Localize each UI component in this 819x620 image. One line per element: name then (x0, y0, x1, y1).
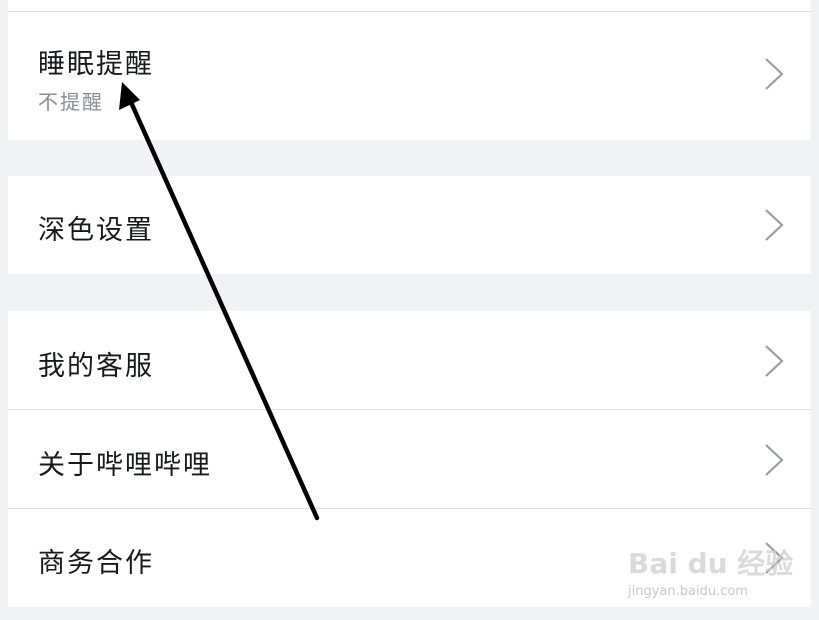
sleep-reminder-row[interactable]: 睡眠提醒 不提醒 (8, 12, 811, 140)
about-label: 关于哔哩哔哩 (38, 450, 212, 481)
chevron-right-icon (765, 209, 784, 241)
business-cooperation-label: 商务合作 (38, 548, 154, 579)
customer-service-label: 我的客服 (38, 351, 154, 382)
dark-mode-label: 深色设置 (38, 215, 154, 246)
dark-mode-row[interactable]: 深色设置 (8, 176, 811, 274)
watermark-brand: Bai du 经验 (628, 547, 794, 580)
chevron-right-icon (765, 345, 784, 377)
sleep-reminder-value: 不提醒 (38, 90, 104, 114)
settings-page: 睡眠提醒 不提醒 深色设置 我的客服 关于哔哩哔哩 商务合作 Bai du 经验… (0, 0, 819, 620)
sleep-reminder-label: 睡眠提醒 (38, 49, 154, 80)
baidu-jingyan-watermark: Bai du 经验 jingyan.baidu.com (626, 536, 793, 602)
previous-setting-row (8, 0, 811, 12)
about-row[interactable]: 关于哔哩哔哩 (8, 410, 811, 509)
watermark-url: jingyan.baidu.com (628, 584, 748, 599)
customer-service-row[interactable]: 我的客服 (8, 311, 811, 410)
chevron-right-icon (765, 58, 784, 90)
chevron-right-icon (765, 444, 784, 476)
